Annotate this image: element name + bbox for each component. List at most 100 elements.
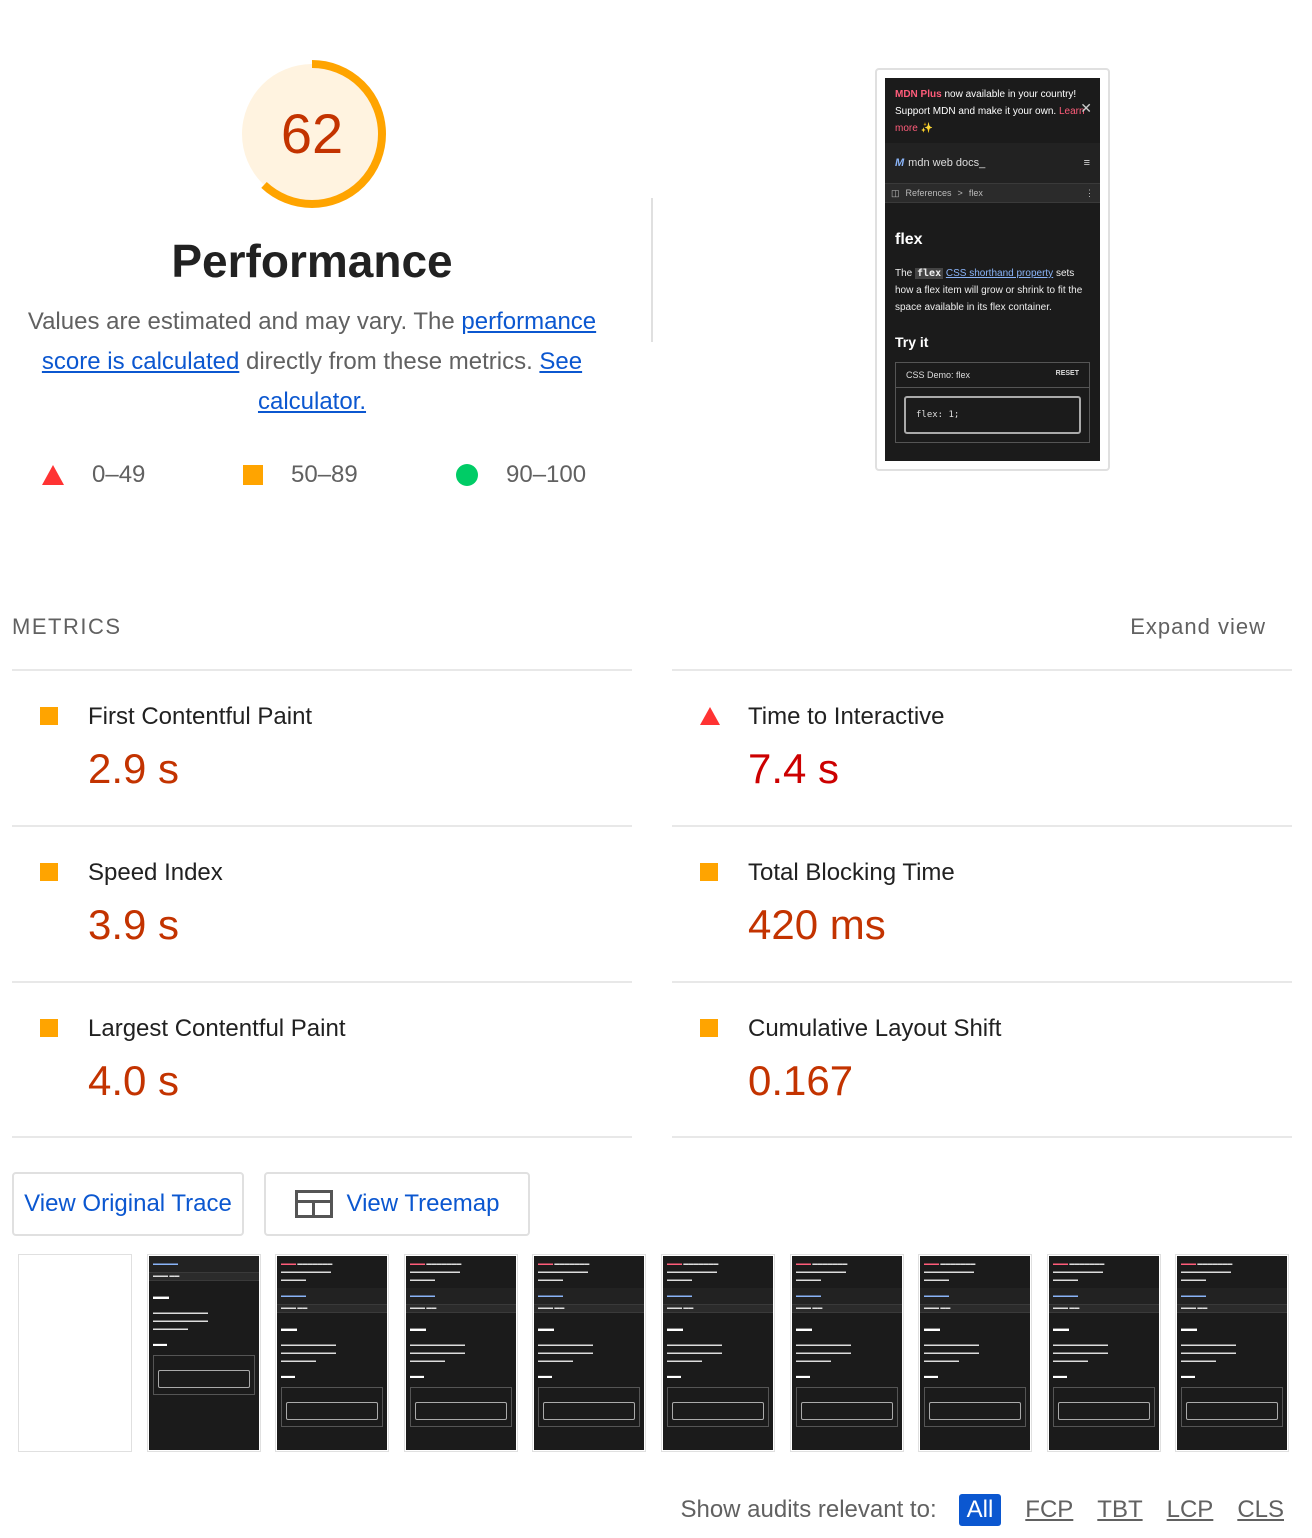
filter-chip-fcp[interactable]: FCP [1025,1496,1073,1524]
view-treemap-button[interactable]: View Treemap [264,1172,530,1236]
metric-name: Time to Interactive [748,703,945,730]
filmstrip-thumbnail: ▬▬▬ ▬▬▬▬▬▬▬ ▬▬▬▬▬▬▬▬▬▬ ▬▬▬▬▬ ▬▬▬▬▬ ▬▬▬ ▬▬ ▬▬ ▬… [1049,1256,1159,1450]
demo-code: flex: 1; [904,396,1081,434]
css-demo: CSS Demo: flex RESET flex: 1; [895,362,1090,443]
orange-square-icon [700,863,718,881]
metric-time-to-interactive: Time to Interactive 7.4 s [672,671,1292,825]
metric-name: Total Blocking Time [748,859,955,886]
filmstrip-thumbnail: ▬▬▬ ▬▬▬▬▬▬▬ ▬▬▬▬▬▬▬▬▬▬ ▬▬▬▬▬ ▬▬▬▬▬ ▬▬▬ ▬▬ ▬▬ ▬… [920,1256,1030,1450]
breadcrumb-separator: > [957,188,963,198]
metric-name: Speed Index [88,859,223,886]
metric-value: 3.9 s [88,901,180,948]
filmstrip-frame: ▬▬▬ ▬▬▬▬▬▬▬ ▬▬▬▬▬▬▬▬▬▬ ▬▬▬▬▬ ▬▬▬▬▬ ▬▬▬ ▬▬ ▬▬ ▬… [275,1254,389,1452]
more-icon: ⋮ [1085,187,1094,198]
filmstrip-thumbnail: ▬▬▬ ▬▬▬▬▬▬▬ ▬▬▬▬▬▬▬▬▬▬ ▬▬▬▬▬ ▬▬▬▬▬ ▬▬▬ ▬▬ ▬▬ ▬… [663,1256,773,1450]
performance-gauge: 62 [236,58,388,210]
orange-square-icon [40,863,58,881]
filmstrip-frame: ▬▬▬ ▬▬▬▬▬▬▬ ▬▬▬▬▬▬▬▬▬▬ ▬▬▬▬▬ ▬▬▬▬▬ ▬▬▬ ▬▬ ▬▬ ▬… [918,1254,1032,1452]
para-code: flex [915,268,944,279]
red-triangle-icon [42,465,64,485]
page-heading: flex [895,231,923,248]
button-label: View Treemap [346,1190,500,1217]
treemap-icon [294,1190,333,1218]
filmstrip-frame: ▬▬▬ ▬▬▬▬▬▬▬ ▬▬▬▬▬▬▬▬▬▬ ▬▬▬▬▬ ▬▬▬▬▬ ▬▬▬ ▬▬ ▬▬ ▬… [532,1254,646,1452]
button-label: View Original Trace [24,1190,232,1217]
metric-name: Cumulative Layout Shift [748,1015,1002,1042]
filmstrip: ▬▬▬▬▬ ▬▬▬ ▬▬ ▬▬ ▬▬▬▬▬▬▬▬▬▬▬ ▬▬▬▬▬▬▬▬▬▬▬ ▬▬▬▬▬… [18,1254,1294,1454]
breadcrumb-flex: flex [968,188,983,198]
metric-speed-index: Speed Index 3.9 s [12,827,632,981]
demo-reset: RESET [1055,370,1079,377]
metric-name: Largest Contentful Paint [88,1015,346,1042]
filmstrip-frame: ▬▬▬ ▬▬▬▬▬▬▬ ▬▬▬▬▬▬▬▬▬▬ ▬▬▬▬▬ ▬▬▬▬▬ ▬▬▬ ▬▬ ▬▬ ▬… [404,1254,518,1452]
filmstrip-thumbnail: ▬▬▬ ▬▬▬▬▬▬▬ ▬▬▬▬▬▬▬▬▬▬ ▬▬▬▬▬ ▬▬▬▬▬ ▬▬▬ ▬▬ ▬▬ ▬… [406,1256,516,1450]
filmstrip-thumbnail: ▬▬▬ ▬▬▬▬▬▬▬ ▬▬▬▬▬▬▬▬▬▬ ▬▬▬▬▬ ▬▬▬▬▬ ▬▬▬ ▬▬ ▬▬ ▬… [792,1256,902,1450]
filmstrip-thumbnail: ▬▬▬ ▬▬▬▬▬▬▬ ▬▬▬▬▬▬▬▬▬▬ ▬▬▬▬▬ ▬▬▬▬▬ ▬▬▬ ▬▬ ▬▬ ▬… [1177,1256,1287,1450]
filmstrip-frame: ▬▬▬▬▬ ▬▬▬ ▬▬ ▬▬ ▬▬▬▬▬▬▬▬▬▬▬ ▬▬▬▬▬▬▬▬▬▬▬ ▬▬▬▬▬… [147,1254,261,1452]
close-icon: ✕ [1080,100,1092,116]
score-description: Values are estimated and may vary. The p… [20,302,604,422]
menu-icon: ≡ [1083,157,1090,169]
filter-chip-tbt[interactable]: TBT [1097,1496,1142,1524]
legend-average: 50–89 [243,460,358,490]
breadcrumb-references: References [905,188,952,198]
mdn-header: Mmdn web docs_ ≡ [885,143,1100,183]
metric-total-blocking-time: Total Blocking Time 420 ms [672,827,1292,981]
page-content: flex The flex CSS shorthand property set… [885,203,1100,457]
filter-chip-lcp[interactable]: LCP [1167,1496,1214,1524]
description-text-2: directly from these metrics. [239,348,540,375]
filmstrip-frame [18,1254,132,1452]
orange-square-icon [40,707,58,725]
mdn-logo-icon: M [895,157,905,169]
filter-chip-cls[interactable]: CLS [1237,1496,1284,1524]
filmstrip-frame: ▬▬▬ ▬▬▬▬▬▬▬ ▬▬▬▬▬▬▬▬▬▬ ▬▬▬▬▬ ▬▬▬▬▬ ▬▬▬ ▬▬ ▬▬ ▬… [790,1254,904,1452]
legend-range: 0–49 [92,461,146,488]
mdn-logo-text: mdn web docs_ [908,157,986,169]
divider [672,1136,1292,1138]
orange-square-icon [700,1019,718,1037]
orange-square-icon [40,1019,58,1037]
metric-cumulative-layout-shift: Cumulative Layout Shift 0.167 [672,983,1292,1137]
metric-value: 420 ms [748,901,886,948]
para-text: The [895,268,916,279]
sidebar-icon: ◫ [891,187,900,198]
filmstrip-thumbnail: ▬▬▬ ▬▬▬▬▬▬▬ ▬▬▬▬▬▬▬▬▬▬ ▬▬▬▬▬ ▬▬▬▬▬ ▬▬▬ ▬▬ ▬▬ ▬… [277,1256,387,1450]
metric-value: 2.9 s [88,745,180,792]
metric-name: First Contentful Paint [88,703,313,730]
banner-brand: MDN Plus [895,89,942,100]
legend-range: 90–100 [506,461,587,488]
metric-value: 4.0 s [88,1057,180,1104]
audit-filter: Show audits relevant to: All FCP TBT LCP… [680,1492,1284,1528]
orange-square-icon [243,465,263,485]
intro-paragraph: The flex CSS shorthand property sets how… [895,265,1090,316]
performance-score: 62 [280,102,344,165]
view-original-trace-button[interactable]: View Original Trace [12,1172,244,1236]
screenshot-page: MDN Plus now available in your country! … [885,78,1100,461]
demo-title: CSS Demo: flex [906,370,971,380]
category-title: Performance [171,235,453,287]
description-text: Values are estimated and may vary. The [27,308,462,335]
filmstrip-frame: ▬▬▬ ▬▬▬▬▬▬▬ ▬▬▬▬▬▬▬▬▬▬ ▬▬▬▬▬ ▬▬▬▬▬ ▬▬▬ ▬▬ ▬▬ ▬… [661,1254,775,1452]
legend-range: 50–89 [291,461,358,488]
vertical-divider [651,198,653,342]
breadcrumb: ◫ References > flex ⋮ [885,183,1100,203]
divider [12,1136,632,1138]
para-link: CSS shorthand property [945,268,1054,279]
red-triangle-icon [700,707,720,725]
try-it-heading: Try it [895,334,929,350]
filmstrip-thumbnail: ▬▬▬ ▬▬▬▬▬▬▬ ▬▬▬▬▬▬▬▬▬▬ ▬▬▬▬▬ ▬▬▬▬▬ ▬▬▬ ▬▬ ▬▬ ▬… [534,1256,644,1450]
filmstrip-frame: ▬▬▬ ▬▬▬▬▬▬▬ ▬▬▬▬▬▬▬▬▬▬ ▬▬▬▬▬ ▬▬▬▬▬ ▬▬▬ ▬▬ ▬▬ ▬… [1047,1254,1161,1452]
filmstrip-frame: ▬▬▬ ▬▬▬▬▬▬▬ ▬▬▬▬▬▬▬▬▬▬ ▬▬▬▬▬ ▬▬▬▬▬ ▬▬▬ ▬▬ ▬▬ ▬… [1175,1254,1289,1452]
final-screenshot[interactable]: MDN Plus now available in your country! … [875,68,1110,471]
filmstrip-thumbnail: ▬▬▬▬▬ ▬▬▬ ▬▬ ▬▬ ▬▬▬▬▬▬▬▬▬▬▬ ▬▬▬▬▬▬▬▬▬▬▬ ▬▬▬▬▬… [149,1256,259,1450]
mdn-plus-banner: MDN Plus now available in your country! … [885,78,1100,143]
audit-filter-label: Show audits relevant to: [680,1496,937,1523]
legend-pass: 90–100 [456,460,586,490]
metric-value: 0.167 [748,1057,854,1104]
green-circle-icon [456,464,478,486]
expand-view-toggle[interactable]: Expand view [1130,614,1266,640]
metrics-heading: METRICS [12,614,122,639]
metric-largest-contentful-paint: Largest Contentful Paint 4.0 s [12,983,632,1137]
filter-chip-all[interactable]: All [958,1494,1002,1526]
legend-fail: 0–49 [42,460,145,490]
